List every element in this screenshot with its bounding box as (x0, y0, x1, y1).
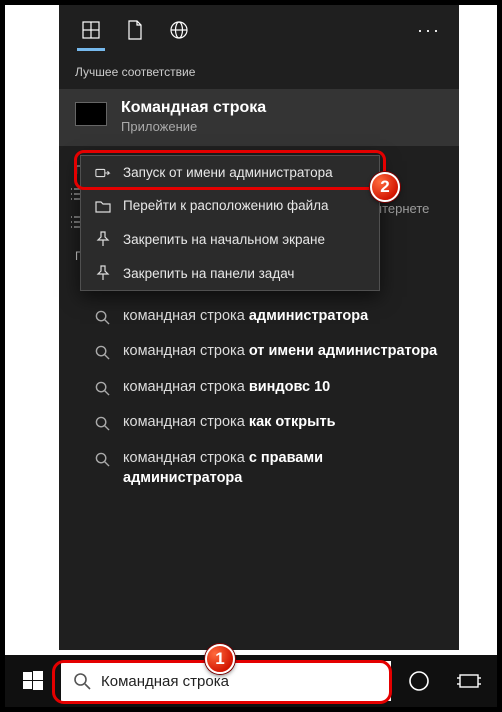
suggestion-row[interactable]: командная строка администратора (95, 299, 443, 335)
search-icon (95, 345, 111, 360)
start-button[interactable] (11, 659, 55, 703)
suggestion-text: командная строка с правами администратор… (123, 449, 443, 488)
tab-documents[interactable] (113, 5, 157, 55)
search-input[interactable] (101, 673, 379, 690)
search-results-panel: ··· Лучшее соответствие Командная строка… (59, 5, 459, 650)
filter-tabs: ··· (59, 5, 459, 55)
task-view-icon (457, 672, 481, 690)
annotation-badge-2: 2 (370, 172, 400, 202)
shield-run-icon (95, 166, 111, 180)
tab-all[interactable] (69, 5, 113, 55)
suggestion-text: командная строка администратора (123, 307, 443, 327)
pin-icon (95, 265, 111, 281)
search-icon (95, 452, 111, 467)
ctx-label: Закрепить на панели задач (123, 266, 294, 281)
best-match-title: Командная строка (121, 99, 266, 117)
pin-icon (95, 231, 111, 247)
best-match-result[interactable]: Командная строка Приложение (59, 89, 459, 146)
annotation-badge-1: 1 (205, 644, 235, 674)
ctx-label: Закрепить на начальном экране (123, 232, 325, 247)
suggestion-row[interactable]: командная строка как открыть (95, 405, 443, 441)
task-view-button[interactable] (447, 659, 491, 703)
cmd-app-icon (75, 102, 107, 126)
search-icon (73, 672, 91, 690)
taskbar (5, 655, 497, 707)
cortana-button[interactable] (397, 659, 441, 703)
globe-icon (170, 21, 188, 39)
suggestion-text: командная строка от имени администратора (123, 342, 443, 362)
context-menu: Запуск от имени администратора Перейти к… (80, 155, 380, 291)
ctx-label: Перейти к расположению файла (123, 198, 329, 213)
search-icon (95, 416, 111, 431)
ctx-pin-taskbar[interactable]: Закрепить на панели задач (81, 256, 379, 290)
search-icon (95, 310, 111, 325)
best-match-subtitle: Приложение (121, 119, 266, 134)
ctx-pin-start[interactable]: Закрепить на начальном экране (81, 222, 379, 256)
ctx-open-file-location[interactable]: Перейти к расположению файла (81, 189, 379, 222)
best-match-header: Лучшее соответствие (59, 55, 459, 89)
grid-icon (82, 21, 100, 39)
folder-icon (95, 199, 111, 213)
suggestion-row[interactable]: командная строка с правами администратор… (95, 441, 443, 496)
windows-icon (23, 671, 43, 691)
cortana-icon (408, 670, 430, 692)
more-button[interactable]: ··· (409, 20, 449, 41)
best-match-text: Командная строка Приложение (121, 99, 266, 134)
ctx-run-as-admin[interactable]: Запуск от имени администратора (81, 156, 379, 189)
document-icon (127, 20, 143, 40)
ctx-label: Запуск от имени администратора (123, 165, 333, 180)
suggestion-row[interactable]: командная строка от имени администратора (95, 334, 443, 370)
suggestion-text: командная строка как открыть (123, 413, 443, 433)
tab-web[interactable] (157, 5, 201, 55)
search-icon (95, 381, 111, 396)
suggestion-text: командная строка виндовс 10 (123, 378, 443, 398)
suggestion-row[interactable]: командная строка виндовс 10 (95, 370, 443, 406)
